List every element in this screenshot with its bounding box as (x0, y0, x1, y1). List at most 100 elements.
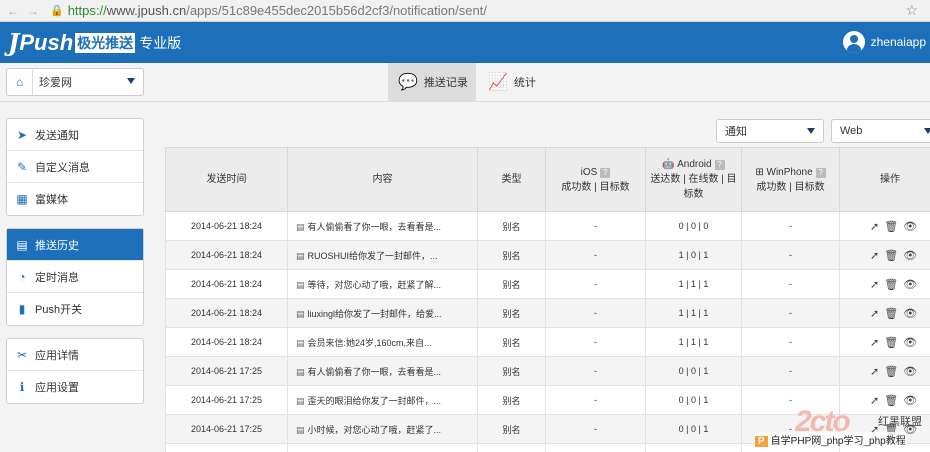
jpush-logo[interactable]: J Push 极光推送 专业版 (8, 28, 181, 57)
tab-push-history-label: 推送记录 (423, 77, 468, 89)
cell-ops[interactable]: ➚ 🗑 👁 (839, 240, 930, 270)
sidebar-item-label: 应用详情 (35, 349, 79, 362)
table-row: 2014-06-21 17:25▤有人偷偷看了你一眼，去看看是...别名-0 |… (165, 356, 930, 386)
cell-ops[interactable]: ➚ 🗑 👁 (839, 269, 930, 299)
type-filter-select[interactable]: 通知 (716, 119, 824, 143)
url-host: www.jpush.cn (106, 3, 187, 18)
sidebar-item-send-notification[interactable]: ➤ 发送通知 (7, 119, 143, 151)
send-icon: ➤ (16, 127, 28, 142)
app-header: J Push 极光推送 专业版 zhenaiapp (0, 22, 930, 63)
cell-android: 1 | 1 | 1 (645, 327, 742, 357)
forward-trash-view-icons[interactable]: ➚ 🗑 👁 (870, 308, 918, 320)
platform-filter-select[interactable]: Web (831, 119, 930, 143)
sidebar: ➤ 发送通知 ✎ 自定义消息 ▦ 富媒体 ▤ 推送历史 ◔ 定时消息 ▮ Pus… (6, 118, 144, 416)
cell-content: ▤ RUOSHUI给你发了一封邮件，... (287, 240, 478, 270)
cell-type: 别名 (477, 414, 546, 444)
sidebar-item-custom-message[interactable]: ✎ 自定义消息 (7, 151, 143, 183)
cell-ios: - (545, 385, 646, 415)
cell-content-text: RUOSHUI给你发了一封邮件，... (307, 250, 438, 261)
clock-icon: ◔ (18, 269, 26, 284)
bookmark-star-icon[interactable]: ☆ (905, 2, 918, 19)
cell-android: 0 | 0 | 1 (645, 356, 742, 386)
document-icon: ▤ (296, 424, 305, 435)
sidebar-group-app: ✂ 应用详情 ℹ 应用设置 (6, 338, 144, 404)
cell-ios: - (545, 443, 646, 452)
col-header-time: 发送时间 (165, 147, 288, 212)
cell-winphone: - (741, 269, 840, 299)
address-bar[interactable]: 🔒 https:// www.jpush.cn /apps/51c89e455d… (50, 3, 487, 18)
forward-trash-view-icons[interactable]: ➚ 🗑 👁 (870, 221, 918, 233)
cell-ios: - (545, 211, 646, 241)
sidebar-item-label: 自定义消息 (35, 161, 90, 174)
watermark-bottom: P 自学PHP网_php学习_php教程 (755, 432, 906, 447)
list-icon: ▤ (16, 237, 28, 252)
phone-icon: ▮ (18, 302, 26, 316)
forward-trash-view-icons[interactable]: ➚ 🗑 👁 (870, 279, 918, 291)
cell-android: 1 | 1 | 1 (645, 298, 742, 328)
cell-type: 别名 (477, 356, 546, 386)
cell-time: 2014-06-21 17:25 (165, 443, 288, 452)
watermark-p-badge: P (755, 436, 768, 447)
app-name: 珍爱网 (39, 77, 72, 89)
cell-content: ▤有人偷偷看了你一眼，去看看是... (287, 211, 478, 241)
help-icon[interactable]: ? (600, 167, 611, 178)
lock-icon: 🔒 (50, 5, 64, 17)
cell-winphone: - (741, 211, 840, 241)
cell-ops[interactable]: ➚ 🗑 👁 (839, 298, 930, 328)
table-row: 2014-06-21 18:24 ▤ 有人偷偷看了你一眼，去看看是... 别名 -0 |… (165, 211, 930, 241)
cell-winphone: - (741, 327, 840, 357)
android-icon: 🤖 (662, 159, 675, 170)
chevron-down-icon (807, 128, 815, 134)
avatar-icon (842, 31, 865, 53)
tab-statistics[interactable]: 📈 统计 (478, 63, 548, 101)
forward-trash-view-icons[interactable]: ➚ 🗑 👁 (870, 250, 918, 262)
cell-content: ▤ 等待，对您心动了哦，赶紧了解... (287, 269, 478, 299)
sidebar-item-label: Push开关 (35, 304, 83, 316)
cell-time: 2014-06-21 18:24 (165, 327, 288, 357)
cell-content-text: 有人偷偷看了你一眼，去看看是... (307, 366, 442, 377)
logo-edition: 专业版 (139, 34, 182, 51)
cell-type: 别名 (477, 443, 546, 452)
logo-j: J (8, 28, 20, 57)
cell-type: 别名 (477, 385, 546, 415)
sidebar-group-history: ▤ 推送历史 ◔ 定时消息 ▮ Push开关 (6, 228, 144, 326)
cell-ios: - (545, 327, 646, 357)
cell-ops[interactable]: ➚ 🗑 👁 (839, 211, 930, 241)
cell-winphone: - (741, 240, 840, 270)
forward-trash-view-icons[interactable]: ➚ 🗑 👁 (870, 337, 918, 349)
sidebar-item-push-history[interactable]: ▤ 推送历史 (7, 229, 143, 261)
cell-content: ▤ 会员来信:她24岁,160cm,来自... (287, 327, 478, 357)
sidebar-item-rich-media[interactable]: ▦ 富媒体 (7, 183, 143, 215)
table-row: 2014-06-21 18:24 ▤ RUOSHUI给你发了一封邮件，... 别名 -1… (165, 240, 930, 270)
document-icon: ▤ (296, 308, 305, 319)
back-arrow-icon[interactable]: ← (6, 4, 20, 18)
username: zhenaiapp (870, 35, 926, 49)
sidebar-item-label: 应用设置 (35, 382, 79, 394)
sidebar-item-push-switch[interactable]: ▮ Push开关 (7, 293, 143, 325)
sidebar-item-app-details[interactable]: ✂ 应用详情 (7, 339, 143, 371)
forward-arrow-icon[interactable]: → (26, 4, 40, 18)
user-menu[interactable]: zhenaiapp (842, 31, 926, 53)
cell-time: 2014-06-21 17:25 (165, 385, 288, 415)
logo-push: Push (19, 29, 74, 55)
sidebar-item-scheduled[interactable]: ◔ 定时消息 (7, 261, 143, 293)
col-header-content: 内容 (287, 147, 478, 212)
sidebar-item-label: 推送历史 (35, 239, 79, 252)
help-icon[interactable]: ? (815, 167, 826, 178)
help-icon[interactable]: ? (714, 160, 725, 170)
cell-ops[interactable]: ➚ 🗑 👁 (839, 327, 930, 357)
cell-android: 0 | 0 | 1 (645, 443, 742, 452)
forward-trash-view-icons[interactable]: ➚ 🗑 👁 (870, 366, 918, 378)
cell-ops[interactable]: ➚ 🗑 👁 (839, 356, 930, 386)
tab-push-history[interactable]: 💬 推送记录 (388, 63, 476, 101)
sidebar-item-label: 富媒体 (35, 194, 68, 206)
cell-content-text: 歪天的眼泪给你发了一封邮件，... (307, 395, 442, 406)
windows-icon: ⊞ (755, 166, 764, 178)
sidebar-item-app-settings[interactable]: ℹ 应用设置 (7, 371, 143, 403)
cell-content: ▤ liuxingl给你发了一封邮件，给爱... (287, 298, 478, 328)
cell-ios: - (545, 414, 646, 444)
cell-type: 别名 (477, 327, 546, 357)
sidebar-item-label: 定时消息 (35, 271, 79, 284)
app-selector[interactable]: ⌂ 珍爱网 (6, 68, 144, 96)
cell-time: 2014-06-21 18:24 (165, 298, 288, 328)
